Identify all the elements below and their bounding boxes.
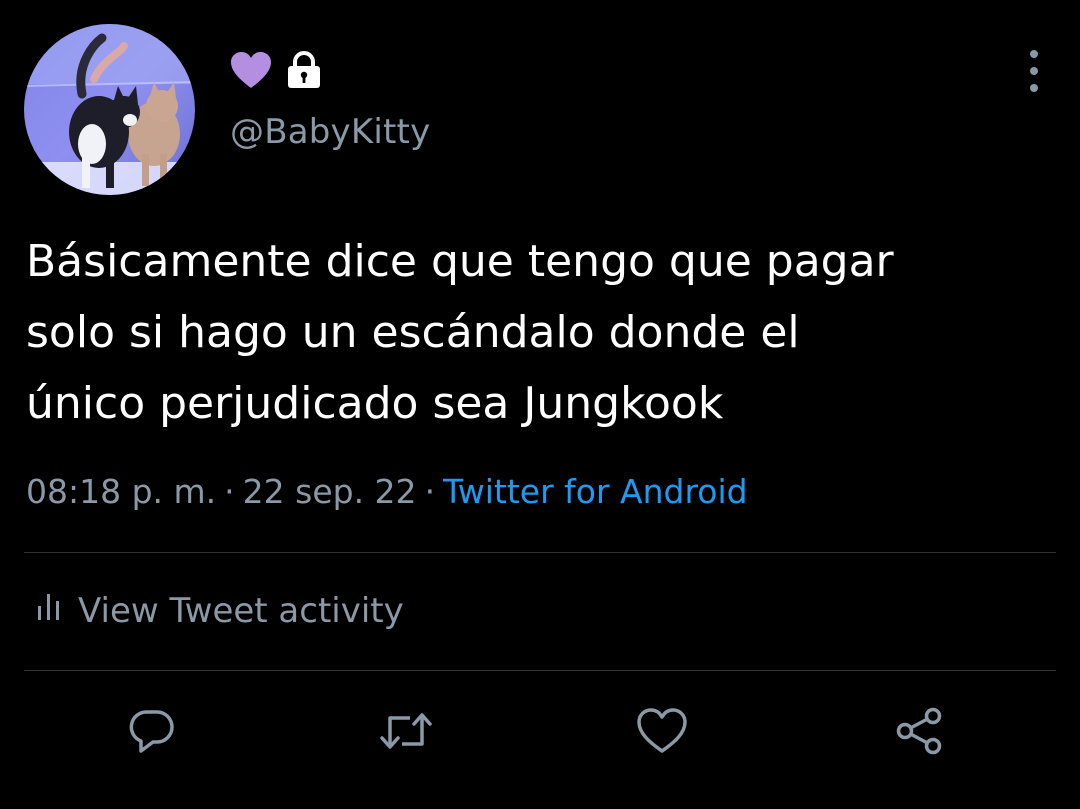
heart-outline-icon — [635, 706, 689, 760]
tweet-time: 08:18 p. m. — [26, 472, 217, 511]
display-name-row — [230, 51, 322, 93]
divider — [24, 670, 1056, 671]
tweet-source-link[interactable]: Twitter for Android — [443, 472, 748, 511]
cats-avatar-image — [24, 24, 195, 195]
tweet-action-bar — [0, 705, 1080, 761]
more-options-icon[interactable] — [1016, 50, 1052, 92]
bar-chart-icon — [36, 591, 62, 631]
view-tweet-activity-label: View Tweet activity — [78, 591, 404, 631]
like-button[interactable] — [634, 705, 690, 761]
tweet-text-line: Básicamente dice que tengo que pagar — [26, 236, 894, 287]
user-handle[interactable]: @BabyKitty — [230, 112, 430, 152]
tweet-text-line: único perjudicado sea Jungkook — [26, 378, 724, 429]
retweet-button[interactable] — [378, 705, 434, 761]
tweet-metadata: 08:18 p. m. · 22 sep. 22 · Twitter for A… — [26, 472, 748, 511]
view-tweet-activity-button[interactable]: View Tweet activity — [36, 588, 404, 634]
separator: · — [424, 472, 436, 511]
purple-heart-icon — [230, 51, 272, 93]
reply-button[interactable] — [124, 705, 180, 761]
lock-icon — [286, 51, 322, 93]
tweet-date: 22 sep. 22 — [242, 472, 417, 511]
tweet-text-line: solo si hago un escándalo donde el — [26, 307, 800, 358]
retweet-icon — [378, 706, 434, 760]
reply-icon — [127, 706, 177, 760]
divider — [24, 552, 1056, 553]
share-icon — [893, 706, 947, 760]
avatar[interactable] — [24, 24, 195, 195]
share-button[interactable] — [892, 705, 948, 761]
tweet-text: Básicamente dice que tengo que pagar sol… — [26, 226, 1046, 439]
separator: · — [224, 472, 235, 511]
